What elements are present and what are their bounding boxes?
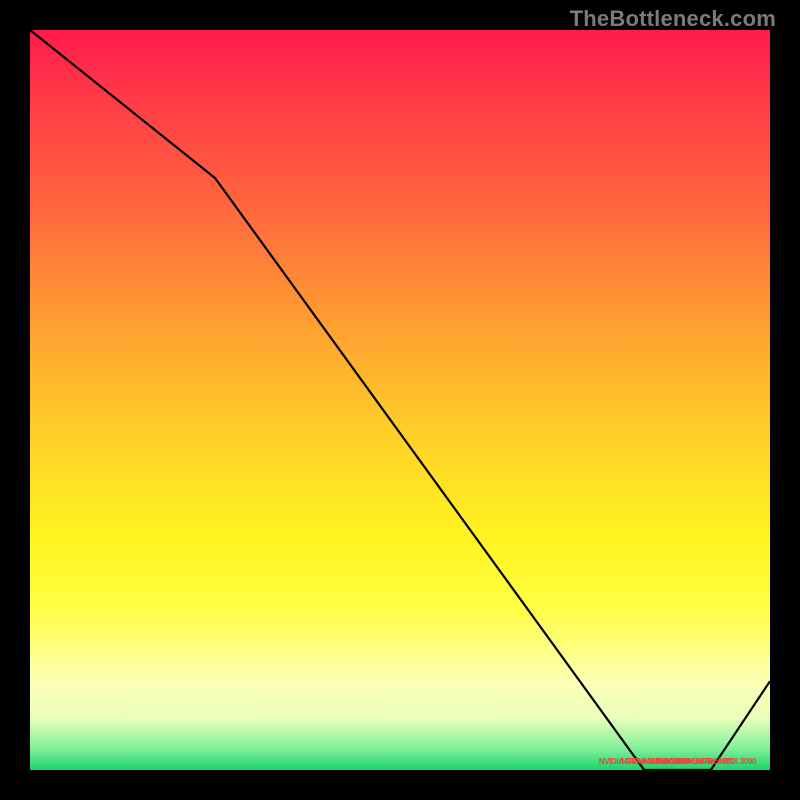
x-tick-labels: NVIDIA GeForce RTX 3060NVIDIA GeForce RT… — [30, 748, 770, 766]
x-tick-label: NVIDIA GeForce RTX 3090 — [666, 757, 757, 766]
bottleneck-curve — [30, 30, 770, 770]
attribution-label: TheBottleneck.com — [570, 6, 776, 32]
chart-canvas: TheBottleneck.com NVIDIA GeForce RTX 306… — [0, 0, 800, 800]
plot-area: NVIDIA GeForce RTX 3060NVIDIA GeForce RT… — [30, 30, 770, 770]
curve-svg — [30, 30, 770, 770]
